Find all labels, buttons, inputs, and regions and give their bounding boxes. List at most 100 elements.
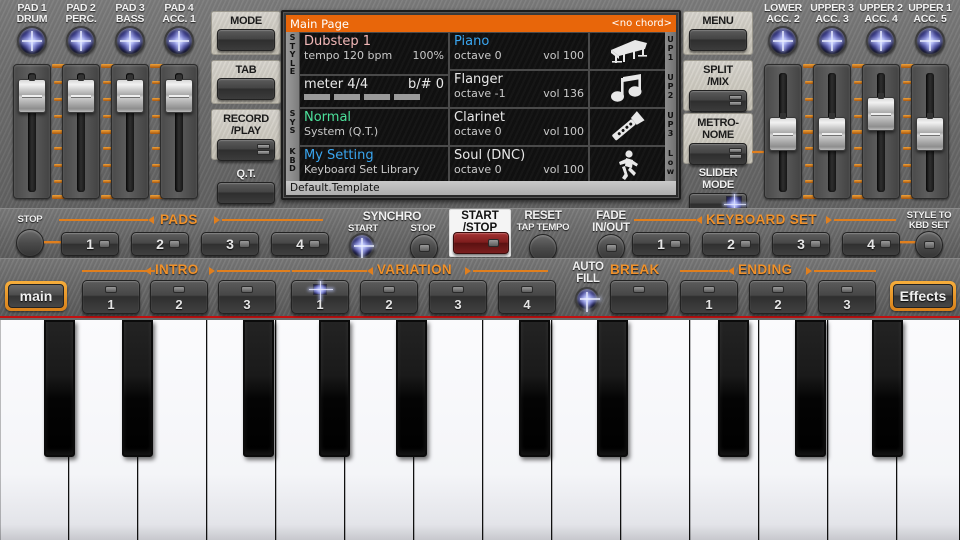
variation-button-1[interactable]: 1 xyxy=(291,280,349,314)
qt-button[interactable] xyxy=(217,182,275,204)
ending-button-1[interactable]: 1 xyxy=(680,280,738,314)
record-play-button[interactable] xyxy=(217,139,275,161)
auto-fill-button[interactable] xyxy=(575,287,599,311)
slider-pad-1[interactable] xyxy=(13,64,51,199)
split-mix-button[interactable] xyxy=(689,90,747,112)
keyboard-set-button-3[interactable]: 3 xyxy=(772,232,830,256)
black-key[interactable] xyxy=(795,320,826,457)
split-mix-button-group[interactable]: SPLIT /MIX xyxy=(683,60,753,111)
white-key[interactable] xyxy=(897,320,960,540)
pad-button-1[interactable]: 1 xyxy=(61,232,119,256)
kbd-cell[interactable]: My Setting Keyboard Set Library xyxy=(299,146,449,186)
variation-button-2[interactable]: 2 xyxy=(360,280,418,314)
part-icon-cell-up1[interactable] xyxy=(589,32,667,70)
black-key[interactable] xyxy=(44,320,75,457)
effects-button[interactable]: Effects xyxy=(890,281,956,311)
menu-button[interactable] xyxy=(689,29,747,51)
sys-cell[interactable]: Normal System (Q.T.) xyxy=(299,108,449,146)
pad-led-button-2[interactable] xyxy=(66,26,96,56)
pad-led-button-4[interactable] xyxy=(164,26,194,56)
intro-1-led-icon xyxy=(105,286,117,293)
pad-button-3[interactable]: 3 xyxy=(201,232,259,256)
part-name-up2: Flanger xyxy=(450,71,588,87)
black-key[interactable] xyxy=(519,320,550,457)
piano-keyboard[interactable] xyxy=(0,320,960,540)
part-cell-low[interactable]: Soul (DNC) octave 0 vol 100 xyxy=(449,146,589,186)
slider-knob[interactable] xyxy=(769,117,797,151)
slider-upper1-acc5[interactable] xyxy=(911,64,949,199)
ending-button-2[interactable]: 2 xyxy=(749,280,807,314)
style-meter-cell[interactable]: meter 4/4 b/# 0 xyxy=(299,75,449,108)
slider-knob[interactable] xyxy=(916,117,944,151)
metronome-button[interactable] xyxy=(689,143,747,165)
slider-mode-button-group[interactable]: SLIDER MODE xyxy=(683,164,753,206)
slider-pad-4[interactable] xyxy=(160,64,198,199)
tab-button[interactable] xyxy=(217,78,275,100)
part-icon-cell-low[interactable] xyxy=(589,146,667,186)
keyboard-set-button-2[interactable]: 2 xyxy=(702,232,760,256)
black-key[interactable] xyxy=(319,320,350,457)
part-led-button-lower[interactable] xyxy=(768,26,798,56)
slider-knob[interactable] xyxy=(165,79,193,113)
style-info-cell[interactable]: Dubstep 1 tempo 120 bpm 100% xyxy=(299,32,449,75)
pad-button-2[interactable]: 2 xyxy=(131,232,189,256)
slider-pad-2[interactable] xyxy=(62,64,100,199)
ending-button-3[interactable]: 3 xyxy=(818,280,876,314)
start-stop-button[interactable] xyxy=(453,232,509,254)
lcd-display[interactable]: Main Page <no chord> STYLE SYS KBD Dubst… xyxy=(281,10,681,200)
part-led-button-upper2[interactable] xyxy=(866,26,896,56)
slider-track xyxy=(877,73,885,192)
break-button[interactable] xyxy=(610,280,668,314)
qt-button-group[interactable]: Q.T. xyxy=(211,165,281,205)
slider-knob[interactable] xyxy=(116,79,144,113)
stop-button[interactable] xyxy=(16,229,44,257)
lcd-screen[interactable]: Main Page <no chord> STYLE SYS KBD Dubst… xyxy=(286,15,676,195)
pad-led-button-3[interactable] xyxy=(115,26,145,56)
metronome-button-group[interactable]: METRO- NOME xyxy=(683,113,753,164)
intro-button-2[interactable]: 2 xyxy=(150,280,208,314)
tab-button-group[interactable]: TAB xyxy=(211,60,281,104)
intro-button-1[interactable]: 1 xyxy=(82,280,140,314)
slider-knob[interactable] xyxy=(18,79,46,113)
slider-mode-label-line1: SLIDER xyxy=(683,164,753,179)
keyboard-set-button-4[interactable]: 4 xyxy=(842,232,900,256)
record-play-button-group[interactable]: RECORD /PLAY xyxy=(211,109,281,160)
slider-pad-3[interactable] xyxy=(111,64,149,199)
white-key[interactable] xyxy=(621,320,690,540)
part-cell-up1[interactable]: Piano octave 0 vol 100 xyxy=(449,32,589,70)
start-stop-group[interactable]: START /STOP xyxy=(449,209,511,257)
variation-button-3[interactable]: 3 xyxy=(429,280,487,314)
part-side-label-up2: UP2 xyxy=(665,70,676,108)
keyboard-set-button-1[interactable]: 1 xyxy=(632,232,690,256)
black-key[interactable] xyxy=(718,320,749,457)
main-button[interactable]: main xyxy=(5,281,67,311)
slider-knob[interactable] xyxy=(67,79,95,113)
synchro-start-button[interactable] xyxy=(349,233,375,259)
slider-upper3-acc3[interactable] xyxy=(813,64,851,199)
black-key[interactable] xyxy=(872,320,903,457)
part-cell-up3[interactable]: Clarinet octave 0 vol 100 xyxy=(449,108,589,146)
slider-lower-acc2[interactable] xyxy=(764,64,802,199)
style-to-kbd-set-button[interactable] xyxy=(915,231,943,259)
slider-knob[interactable] xyxy=(867,97,895,131)
black-key[interactable] xyxy=(396,320,427,457)
slider-upper2-acc4[interactable] xyxy=(862,64,900,199)
black-key[interactable] xyxy=(122,320,153,457)
intro-button-3[interactable]: 3 xyxy=(218,280,276,314)
part-icon-cell-up3[interactable] xyxy=(589,108,667,146)
black-key[interactable] xyxy=(243,320,274,457)
part-cell-up2[interactable]: Flanger octave -1 vol 136 xyxy=(449,70,589,108)
black-key[interactable] xyxy=(597,320,628,457)
slider-knob[interactable] xyxy=(818,117,846,151)
mode-button-group[interactable]: MODE xyxy=(211,11,281,55)
variation-button-4[interactable]: 4 xyxy=(498,280,556,314)
part-led-button-upper1[interactable] xyxy=(915,26,945,56)
pad-button-4[interactable]: 4 xyxy=(271,232,329,256)
menu-button-group[interactable]: MENU xyxy=(683,11,753,55)
part-detail-up3: octave 0 vol 100 xyxy=(450,125,588,138)
mode-button[interactable] xyxy=(217,29,275,51)
mode-button-label: MODE xyxy=(212,12,280,27)
part-icon-cell-up2[interactable] xyxy=(589,70,667,108)
pad-led-button-1[interactable] xyxy=(17,26,47,56)
part-led-button-upper3[interactable] xyxy=(817,26,847,56)
